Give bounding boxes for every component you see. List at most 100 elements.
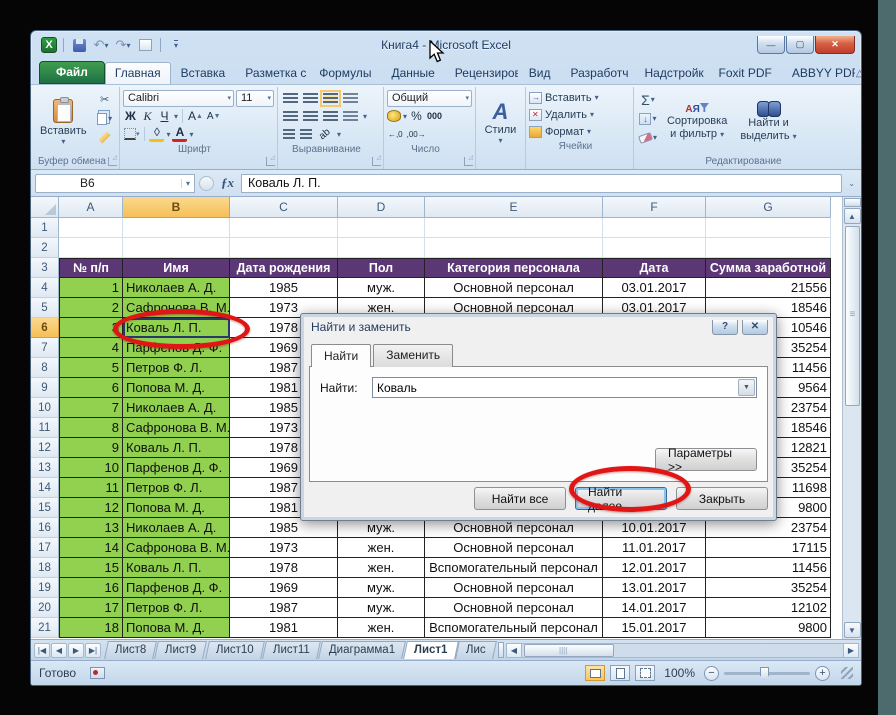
sheet-tab-1[interactable]: Лист8: [104, 641, 158, 659]
delete-cells-button[interactable]: Удалить▾: [528, 106, 630, 123]
vertical-scrollbar[interactable]: ▲ ▼: [842, 197, 861, 639]
row-header-20[interactable]: 20: [31, 598, 59, 618]
dialog-close-button[interactable]: ✕: [742, 319, 768, 335]
increase-indent-icon[interactable]: [299, 128, 312, 140]
cell-B13[interactable]: Парфенов Д. Ф.: [123, 458, 230, 478]
row-header-16[interactable]: 16: [31, 518, 59, 538]
dialog-title-bar[interactable]: Найти и заменить ? ✕: [301, 314, 776, 340]
decrease-indent-icon[interactable]: [282, 128, 295, 140]
cell-C19[interactable]: 1969: [230, 578, 338, 598]
tab-splitter[interactable]: [498, 642, 504, 658]
col-header-B[interactable]: B: [123, 197, 230, 218]
ribbon-tab-8[interactable]: Вид: [519, 62, 561, 84]
cell-E18[interactable]: Вспомогательный персонал: [425, 558, 603, 578]
options-button[interactable]: Параметры >>: [655, 446, 757, 474]
cell-B3[interactable]: Имя: [123, 258, 230, 278]
cell-F17[interactable]: 11.01.2017: [603, 538, 706, 558]
font-size-combo[interactable]: 11 ▾: [235, 89, 274, 107]
underline-button[interactable]: Ч: [157, 108, 172, 124]
cell-E4[interactable]: Основной персонал: [425, 278, 603, 298]
cell-C1[interactable]: [230, 218, 338, 238]
font-dialog-launcher[interactable]: [265, 154, 275, 166]
ribbon-tab-2[interactable]: Главная: [104, 62, 171, 84]
row-header-5[interactable]: 5: [31, 298, 59, 318]
shrink-font-button[interactable]: А ▼: [206, 108, 222, 124]
dialog-help-button[interactable]: ?: [712, 319, 738, 335]
cell-D3[interactable]: Пол: [338, 258, 425, 278]
cell-D1[interactable]: [338, 218, 425, 238]
cell-F16[interactable]: 10.01.2017: [603, 518, 706, 538]
cell-G19[interactable]: 35254: [706, 578, 831, 598]
clipboard-dialog-launcher[interactable]: [107, 154, 117, 166]
number-format-combo[interactable]: Общий ▾: [386, 89, 472, 107]
cell-D20[interactable]: муж.: [338, 598, 425, 618]
cell-A1[interactable]: [59, 218, 123, 238]
row-header-11[interactable]: 11: [31, 418, 59, 438]
page-layout-view-button[interactable]: [610, 665, 631, 681]
row-header-4[interactable]: 4: [31, 278, 59, 298]
name-box[interactable]: B6 ▾: [35, 173, 195, 193]
fill-color-button[interactable]: ◊: [149, 126, 165, 142]
cell-E20[interactable]: Основной персонал: [425, 598, 603, 618]
font-color-button[interactable]: А: [172, 126, 188, 142]
align-top-icon[interactable]: [282, 92, 298, 104]
cell-G21[interactable]: 9800: [706, 618, 831, 638]
cell-G18[interactable]: 11456: [706, 558, 831, 578]
cell-A19[interactable]: 16: [59, 578, 123, 598]
cell-B11[interactable]: Сафронова В. М.: [123, 418, 230, 438]
cell-C2[interactable]: [230, 238, 338, 258]
cell-A18[interactable]: 15: [59, 558, 123, 578]
insert-function-icon[interactable]: ƒx: [218, 175, 237, 191]
format-cells-button[interactable]: Формат ▾: [528, 123, 630, 140]
cell-D18[interactable]: жен.: [338, 558, 425, 578]
bold-button[interactable]: Ж: [123, 108, 138, 124]
cell-B15[interactable]: Попова М. Д.: [123, 498, 230, 518]
cell-B12[interactable]: Коваль Л. П.: [123, 438, 230, 458]
scroll-up-icon[interactable]: ▲: [843, 208, 861, 224]
row-header-12[interactable]: 12: [31, 438, 59, 458]
tab-replace[interactable]: Заменить: [373, 344, 454, 367]
cell-A14[interactable]: 11: [59, 478, 123, 498]
cell-C3[interactable]: Дата рождения: [230, 258, 338, 278]
cell-D16[interactable]: муж.: [338, 518, 425, 538]
formula-input[interactable]: Коваль Л. П.: [241, 173, 843, 193]
sheet-tab-2[interactable]: Лист9: [154, 641, 208, 659]
cell-A21[interactable]: 18: [59, 618, 123, 638]
col-header-F[interactable]: F: [603, 197, 706, 218]
cell-A8[interactable]: 5: [59, 358, 123, 378]
clear-button[interactable]: ▾: [637, 129, 659, 146]
minimize-button[interactable]: —: [757, 36, 785, 54]
cell-B2[interactable]: [123, 238, 230, 258]
split-handle[interactable]: [843, 198, 861, 207]
first-sheet-icon[interactable]: |◀: [34, 642, 50, 658]
percent-style-icon[interactable]: %: [409, 108, 424, 124]
insert-cells-button[interactable]: Вставить▾: [528, 89, 630, 106]
ribbon-tab-5[interactable]: Формулы: [309, 62, 381, 84]
fill-button[interactable]: ↓ ▾: [637, 110, 659, 127]
resize-grip[interactable]: [841, 667, 853, 679]
row-header-19[interactable]: 19: [31, 578, 59, 598]
cell-C20[interactable]: 1987: [230, 598, 338, 618]
zoom-slider-thumb[interactable]: [760, 666, 769, 680]
close-button[interactable]: ✕: [815, 36, 855, 54]
align-center-icon[interactable]: [302, 110, 318, 122]
col-header-G[interactable]: G: [706, 197, 831, 218]
cell-A9[interactable]: 6: [59, 378, 123, 398]
align-right-icon[interactable]: [322, 110, 338, 122]
borders-button[interactable]: ▾: [123, 126, 141, 142]
normal-view-button[interactable]: [585, 665, 606, 681]
ribbon-tab-9[interactable]: Разработч: [561, 62, 635, 84]
scroll-down-icon[interactable]: ▼: [843, 622, 861, 638]
row-header-14[interactable]: 14: [31, 478, 59, 498]
row-header-15[interactable]: 15: [31, 498, 59, 518]
cell-D17[interactable]: жен.: [338, 538, 425, 558]
copy-button[interactable]: ▾: [94, 110, 116, 127]
cell-C18[interactable]: 1978: [230, 558, 338, 578]
sheet-tab-6[interactable]: Лист1: [402, 641, 459, 659]
expand-formula-bar-icon[interactable]: ⌄: [846, 179, 857, 188]
col-header-D[interactable]: D: [338, 197, 425, 218]
cell-F4[interactable]: 03.01.2017: [603, 278, 706, 298]
sheet-tab-3[interactable]: Лист10: [204, 641, 265, 659]
cut-button[interactable]: ✂: [94, 91, 116, 108]
alignment-dialog-launcher[interactable]: [371, 154, 381, 166]
